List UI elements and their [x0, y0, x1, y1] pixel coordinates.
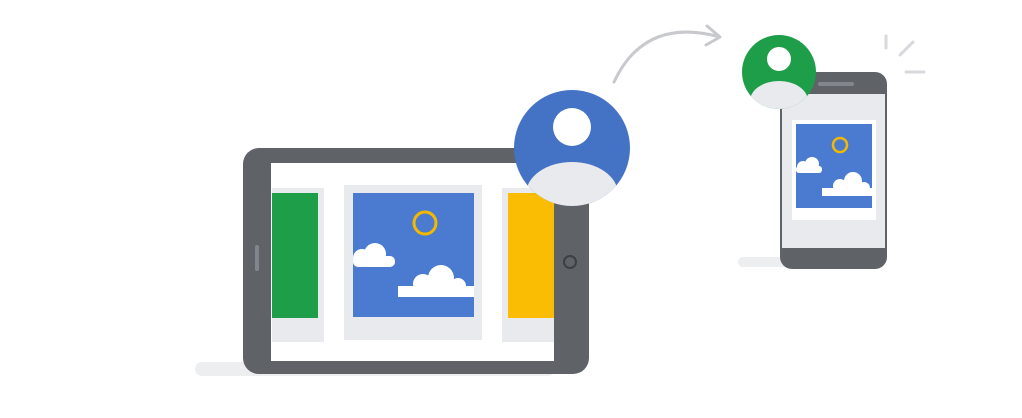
phone-earpiece — [818, 82, 854, 86]
landscape-photo-icon — [796, 124, 872, 208]
landscape-photo-icon — [353, 193, 474, 317]
tablet-side-button — [255, 245, 259, 271]
notification-burst-icon — [884, 34, 926, 74]
tablet-card-left — [272, 188, 324, 342]
recipient-avatar-head — [767, 47, 791, 71]
phone-photo-card — [792, 120, 876, 220]
sender-avatar-head — [553, 108, 591, 146]
curved-arrow-icon — [612, 24, 722, 84]
share-illustration — [0, 0, 1022, 418]
tablet-photo-card — [344, 185, 482, 340]
share-illustration-canvas — [195, 24, 926, 376]
tablet-card-right — [502, 188, 554, 342]
